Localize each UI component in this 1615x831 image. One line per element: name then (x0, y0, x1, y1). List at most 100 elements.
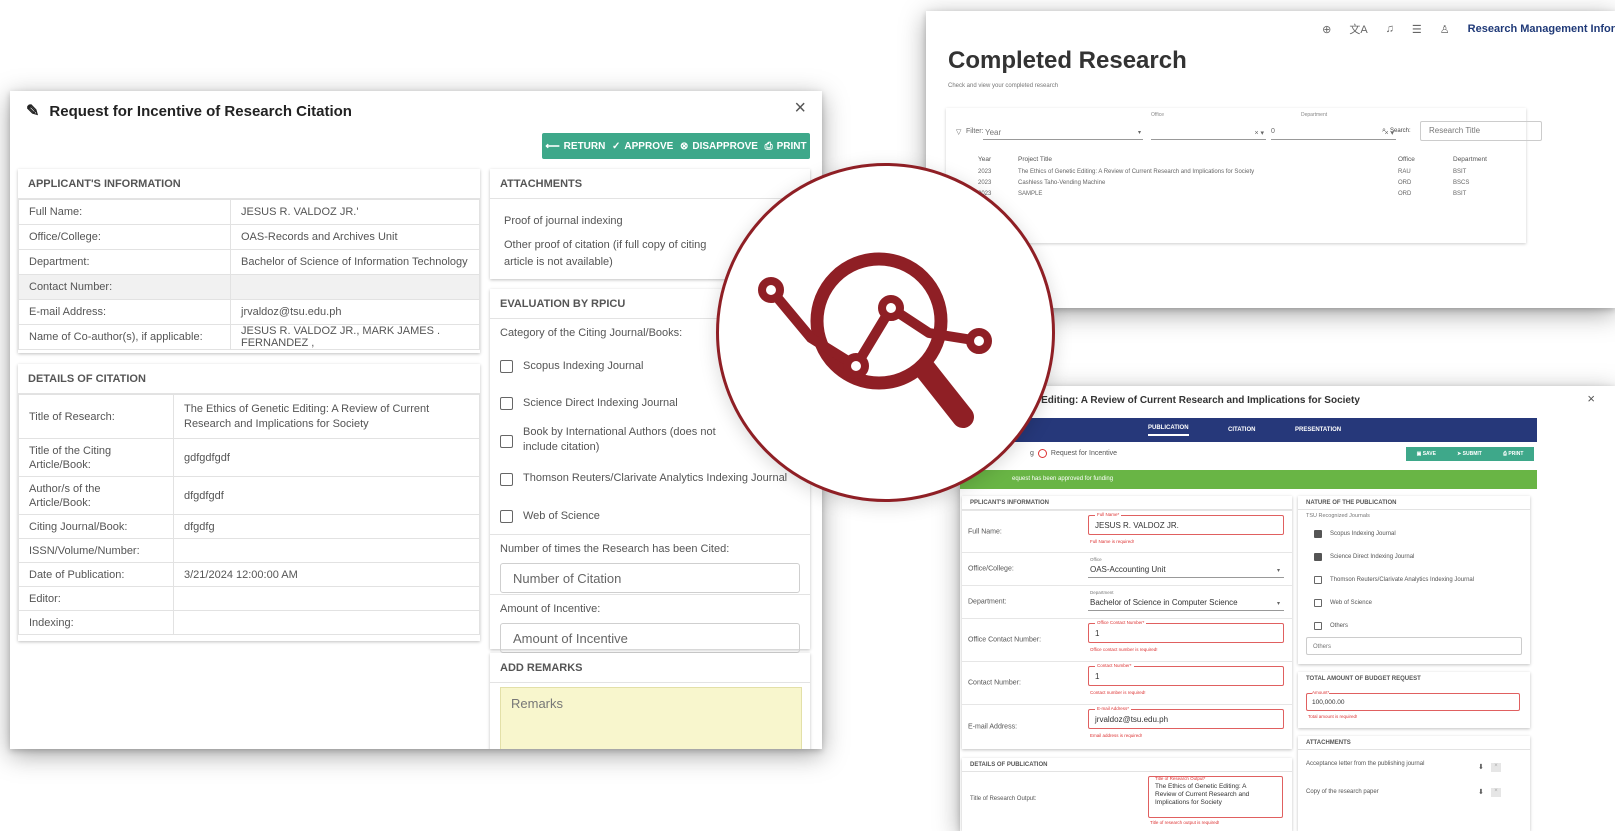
row-label: Department: (968, 598, 1007, 606)
times-cited-section: Number of times the Research has been Ci… (490, 534, 810, 594)
clear-icon[interactable]: × ▾ (1254, 129, 1264, 137)
option-label: Scopus Indexing Journal (523, 359, 644, 372)
checkbox-checked[interactable] (1314, 552, 1322, 561)
search-input[interactable]: Research Title (1420, 121, 1542, 141)
submit-button[interactable]: ➤ SUBMIT (1457, 451, 1482, 457)
publication-details-header: DETAILS OF PUBLICATION (962, 758, 1292, 772)
printer-icon: ⎙ (1502, 451, 1507, 457)
bell-icon[interactable]: ♫ (1386, 23, 1394, 35)
checkbox[interactable] (500, 434, 513, 448)
checkbox[interactable] (500, 472, 513, 486)
row-value (173, 610, 480, 635)
column-header[interactable]: Department (1451, 152, 1556, 166)
research-output-textarea[interactable]: Title of Research Output* The Ethics of … (1148, 776, 1283, 818)
others-input[interactable]: Others (1306, 637, 1522, 655)
row-label: Office/College: (968, 565, 1014, 573)
budget-amount-input[interactable]: Amount* 100,000.00 (1306, 689, 1520, 711)
row-label: Name of Co-author(s), if applicable: (18, 324, 231, 350)
row-value (230, 274, 480, 300)
department-select[interactable]: Department 0 × ▾ (1271, 112, 1396, 140)
remarks-textarea[interactable]: Remarks (500, 687, 802, 749)
year-select[interactable]: Year ▾ (983, 120, 1143, 140)
cell: ORD (1398, 179, 1412, 186)
publication-details-card: DETAILS OF PUBLICATION Title of Research… (962, 758, 1292, 831)
close-icon[interactable]: × (1587, 391, 1595, 406)
checkbox[interactable] (500, 397, 513, 410)
filter-label: Filter: (966, 128, 984, 135)
table-row[interactable]: 2023 SAMPLE ORD BSIT (976, 188, 1556, 199)
radio-label: Request for Incentive (1050, 450, 1118, 457)
option-label: Web of Science (1330, 599, 1372, 606)
column-header[interactable]: Year (976, 152, 1016, 166)
nature-option-thomson[interactable]: Thomson Reuters/Clarivate Analytics Inde… (1298, 568, 1530, 591)
return-button[interactable]: ⟵ RETURN (545, 141, 605, 152)
applicant-info-card: APPLICANT'S INFORMATION Full Name: JESUS … (18, 169, 480, 353)
checkbox[interactable] (500, 360, 513, 373)
year-placeholder: Year (985, 128, 1002, 137)
close-icon[interactable]: × (1491, 788, 1501, 797)
column-header[interactable]: Project Title (1016, 152, 1396, 166)
approve-label: APPROVE (624, 140, 674, 152)
checkbox[interactable] (1314, 575, 1322, 584)
full-name-input[interactable]: Full Name* JESUS R. VALDOZ JR. (1088, 511, 1284, 535)
amount-input[interactable]: Amount of Incentive (500, 623, 800, 653)
list-icon[interactable]: ☰ (1412, 23, 1422, 36)
category-option-web-of-science[interactable]: Web of Science (490, 497, 810, 534)
close-icon[interactable]: × (794, 97, 806, 120)
translate-icon[interactable]: 文A (1349, 21, 1367, 37)
tab-citation[interactable]: CITATION (1228, 427, 1255, 433)
checkbox-checked[interactable] (1314, 529, 1322, 538)
office-contact-input[interactable]: Office Contact Number* 1 (1088, 619, 1284, 643)
nature-option-others[interactable]: Others (1298, 614, 1530, 637)
print-button[interactable]: ⎙ PRINT (765, 141, 807, 152)
attachment-item: Copy of the research paper (1306, 789, 1379, 795)
submit-label: SUBMIT (1462, 451, 1482, 457)
row-label: Department: (18, 249, 231, 275)
department-select[interactable]: Department Bachelor of Science in Compute… (1088, 589, 1284, 611)
nature-header: NATURE OF THE PUBLICATION (1298, 496, 1530, 510)
table-row[interactable]: 2023 Cashless Taho-Vending Machine ORD BSCS (976, 177, 1556, 188)
float-label: E-mail Address* (1095, 705, 1132, 712)
download-icon[interactable]: ⬇ (1478, 788, 1484, 796)
nature-option-scopus[interactable]: Scopus Indexing Journal (1298, 522, 1530, 545)
input-value: JESUS R. VALDOZ JR. (1095, 521, 1179, 530)
globe-icon[interactable]: ⊕ (1322, 23, 1331, 36)
checkbox[interactable] (1314, 621, 1322, 630)
table-row[interactable]: 2023 The Ethics of Genetic Editing: A Rev… (976, 166, 1556, 177)
tab-publication[interactable]: PUBLICATION (1148, 425, 1189, 436)
column-header[interactable]: Office (1396, 152, 1451, 166)
float-label: Title of Research Output* (1155, 776, 1206, 782)
office-select[interactable]: Office OAS-Accounting Unit ▾ (1088, 556, 1284, 578)
row-label: Full Name: (968, 528, 1002, 535)
save-button[interactable]: ▣ SAVE (1417, 451, 1436, 457)
disapprove-button[interactable]: ⊗ DISAPPROVE (680, 141, 758, 152)
contact-input[interactable]: Contact Number* 1 (1088, 662, 1284, 686)
table-row: Department: Bachelor of Science of Inform… (18, 249, 480, 275)
row-label: E-mail Address: (18, 299, 231, 325)
email-input[interactable]: E-mail Address* jrvaldoz@tsu.edu.ph (1088, 705, 1284, 729)
tab-presentation[interactable]: PRESENTATION (1295, 427, 1341, 433)
times-cited-input[interactable]: Number of Citation (500, 563, 800, 593)
approve-button[interactable]: ✓ APPROVE (612, 141, 673, 152)
action-toolbar: ▣ SAVE ➤ SUBMIT ⎙ PRINT (1406, 447, 1534, 461)
checkbox[interactable] (1314, 598, 1322, 607)
chevron-down-icon: ▾ (1137, 130, 1141, 136)
print-label: PRINT (1508, 451, 1524, 457)
office-select[interactable]: Office × ▾ (1151, 112, 1266, 140)
print-button[interactable]: ⎙ PRINT (1503, 451, 1523, 457)
download-icon[interactable]: ⬇ (1478, 763, 1484, 771)
row-value: jrvaldoz@tsu.edu.ph (230, 299, 480, 325)
error-text: Office contact number is required! (1090, 647, 1158, 652)
nature-option-science-direct[interactable]: Science Direct Indexing Journal (1298, 545, 1530, 568)
row-label: Citing Journal/Book: (18, 514, 174, 539)
table-row: ISSN/Volume/Number: (18, 538, 480, 563)
attachment-item[interactable]: Other proof of citation (if full copy of… (490, 237, 752, 271)
user-icon[interactable]: ♙ (1440, 23, 1450, 36)
cell: Cashless Taho-Vending Machine (1018, 179, 1106, 186)
option-label: Web of Science (523, 509, 600, 522)
checkbox[interactable] (500, 510, 513, 523)
nature-option-web-of-science[interactable]: Web of Science (1298, 591, 1530, 614)
close-icon[interactable]: × (1491, 763, 1501, 772)
table-row: Editor: (18, 586, 480, 611)
row-value: OAS-Records and Archives Unit (230, 224, 480, 250)
